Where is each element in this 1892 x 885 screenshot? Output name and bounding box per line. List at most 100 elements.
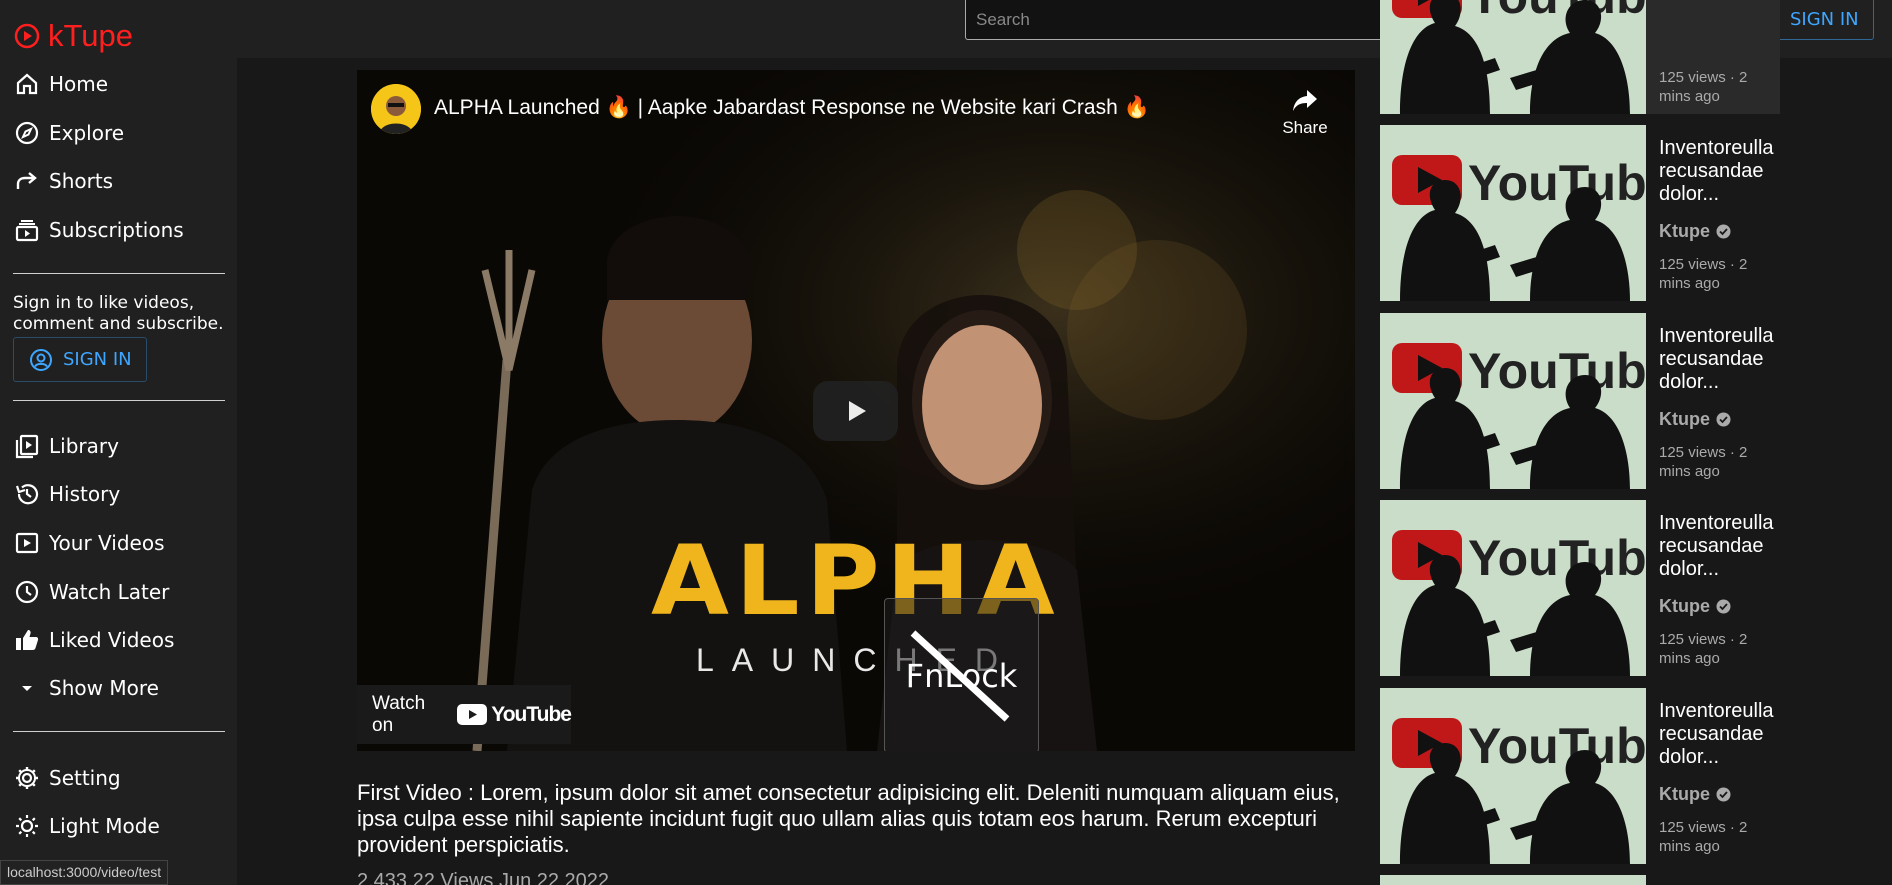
sidebar-item-your-videos[interactable]: Your Videos bbox=[13, 526, 165, 560]
youtube-wordmark: YouTube bbox=[491, 702, 572, 726]
recommendation-channel[interactable]: Ktupe bbox=[1659, 784, 1731, 805]
sidebar-item-explore[interactable]: Explore bbox=[13, 116, 124, 150]
recommendation-thumbnail[interactable]: YouTube bbox=[1380, 0, 1646, 114]
channel-name: Ktupe bbox=[1659, 596, 1710, 616]
thumbnail-image: YouTube bbox=[1380, 313, 1646, 489]
recommendation-thumbnail[interactable]: YouTube bbox=[1380, 313, 1646, 489]
verified-icon bbox=[1716, 599, 1731, 614]
watch-on-youtube-button[interactable]: Watch on YouTube bbox=[357, 685, 572, 744]
recommendation-title[interactable]: Inventoreulla recusandae dolor... bbox=[1659, 700, 1777, 769]
player-video-title[interactable]: ALPHA Launched 🔥 | Aapke Jabardast Respo… bbox=[434, 96, 1150, 120]
gear-icon bbox=[16, 767, 38, 789]
youtube-logo: YouTube bbox=[457, 702, 572, 727]
strike-icon bbox=[910, 630, 1010, 722]
compass-icon bbox=[15, 121, 39, 145]
sidebar-item-show-more[interactable]: Show More bbox=[13, 671, 159, 705]
play-icon bbox=[848, 401, 866, 421]
thumbnail-text: YouTube bbox=[1468, 530, 1646, 586]
recommendation-thumbnail[interactable]: YouTube bbox=[1380, 688, 1646, 864]
share-arrow-icon bbox=[16, 172, 37, 189]
channel-avatar[interactable] bbox=[371, 84, 421, 134]
browser-status-url: localhost:3000/video/test bbox=[0, 860, 169, 885]
sidebar-item-history[interactable]: History bbox=[13, 477, 120, 511]
video-description: First Video : Lorem, ipsum dolor sit ame… bbox=[357, 780, 1340, 857]
recommendation-stats: 125 views · 2 mins ago bbox=[1659, 256, 1748, 292]
sidebar-item-home[interactable]: Home bbox=[13, 67, 108, 101]
thumbnail-image: YouTube bbox=[1380, 500, 1646, 676]
recommendation-stats: 125 views · 2 mins ago bbox=[1659, 631, 1748, 667]
channel-name: Ktupe bbox=[1659, 409, 1710, 429]
home-icon bbox=[16, 73, 38, 95]
sidebar-item-library[interactable]: Library bbox=[13, 429, 119, 463]
sidebar-item-label: Show More bbox=[49, 676, 159, 700]
sidebar-item-label: Liked Videos bbox=[49, 628, 175, 652]
sidebar-item-label: Shorts bbox=[49, 169, 114, 193]
sidebar-item-setting[interactable]: Setting bbox=[13, 761, 121, 795]
thumbnail-image: YouTube bbox=[1380, 125, 1646, 301]
share-button[interactable]: Share bbox=[1275, 84, 1335, 138]
logo-text: kTupe bbox=[48, 18, 134, 53]
recommendation-card[interactable]: YouTube 125 views · 2 mins ago bbox=[1380, 0, 1780, 114]
sidebar-item-liked-videos[interactable]: Liked Videos bbox=[13, 623, 174, 657]
recommendation-thumbnail[interactable] bbox=[1380, 875, 1646, 885]
watch-on-label: Watch on bbox=[372, 692, 426, 736]
recommendation-card[interactable]: YouTube Inventoreulla recusandae dolor..… bbox=[1380, 125, 1780, 301]
recommendation-card[interactable]: YouTube Inventoreulla recusandae dolor..… bbox=[1380, 313, 1780, 489]
sidebar-divider bbox=[13, 731, 225, 732]
sidebar-item-label: Library bbox=[49, 434, 119, 458]
thumbs-up-icon bbox=[16, 630, 39, 650]
recommendation-card[interactable]: YouTube Inventoreulla recusandae dolor..… bbox=[1380, 688, 1780, 864]
recommendation-channel[interactable]: Ktupe bbox=[1659, 409, 1731, 430]
video-icon bbox=[15, 532, 39, 554]
sun-icon bbox=[16, 815, 38, 837]
sidebar-item-label: Explore bbox=[49, 121, 125, 145]
caret-down-icon bbox=[22, 686, 32, 691]
thumbnail-text: YouTube bbox=[1468, 0, 1646, 24]
sidebar-item-label: Your Videos bbox=[49, 531, 165, 555]
avatar-image bbox=[371, 84, 421, 134]
recommendation-stats: 125 views · 2 mins ago bbox=[1659, 69, 1748, 105]
thumbnail-subtitle-text: LAUNCHED bbox=[695, 642, 1017, 678]
video-player[interactable]: ALPHA Launched 🔥 | Aapke Jabardast Respo… bbox=[357, 70, 1355, 751]
recommendation-title[interactable]: Inventoreulla recusandae dolor... bbox=[1659, 137, 1777, 206]
sidebar-signin-button[interactable]: SIGN IN bbox=[13, 337, 147, 382]
verified-icon bbox=[1716, 412, 1731, 427]
recommendation-card[interactable]: YouTube Inventoreulla recusandae dolor..… bbox=[1380, 500, 1780, 676]
play-button[interactable] bbox=[813, 381, 898, 441]
recommendation-channel[interactable]: Ktupe bbox=[1659, 596, 1731, 617]
recommendation-title[interactable]: Inventoreulla recusandae dolor... bbox=[1659, 325, 1777, 394]
thumbnail-text: YouTube bbox=[1468, 155, 1646, 211]
recommendation-stats: 125 views · 2 mins ago bbox=[1659, 444, 1748, 480]
history-icon bbox=[15, 484, 39, 505]
clock-icon bbox=[15, 580, 39, 604]
recommendation-thumbnail[interactable]: YouTube bbox=[1380, 500, 1646, 676]
share-icon bbox=[1293, 90, 1317, 111]
signin-label: SIGN IN bbox=[63, 349, 132, 370]
recommendation-stats: 125 views · 2 mins ago bbox=[1659, 819, 1748, 855]
recommendation-title[interactable]: Inventoreulla recusandae dolor... bbox=[1659, 512, 1777, 581]
recommendation-thumbnail[interactable]: YouTube bbox=[1380, 125, 1646, 301]
sidebar-divider bbox=[13, 273, 225, 274]
recommendation-card[interactable] bbox=[1380, 875, 1780, 885]
sidebar-item-light-mode[interactable]: Light Mode bbox=[13, 809, 160, 843]
sidebar-item-label: Setting bbox=[49, 766, 121, 790]
fnlock-overlay: FnLock bbox=[884, 598, 1039, 751]
channel-name: Ktupe bbox=[1659, 784, 1710, 804]
signin-label: SIGN IN bbox=[1790, 9, 1859, 30]
channel-name: Ktupe bbox=[1659, 221, 1710, 241]
sidebar-item-shorts[interactable]: Shorts bbox=[13, 164, 113, 198]
logo-play-icon bbox=[14, 23, 40, 49]
sidebar-item-label: Home bbox=[49, 72, 109, 96]
recommendation-channel[interactable]: Ktupe bbox=[1659, 221, 1731, 242]
sidebar-item-subscriptions[interactable]: Subscriptions bbox=[13, 213, 184, 247]
sidebar: kTupe Home Explore Shorts Subscriptions … bbox=[0, 0, 237, 885]
sidebar-item-label: History bbox=[49, 482, 121, 506]
sidebar-item-watch-later[interactable]: Watch Later bbox=[13, 575, 169, 609]
thumbnail-text: YouTube bbox=[1468, 718, 1646, 774]
user-circle-icon bbox=[30, 348, 52, 371]
app-logo[interactable]: kTupe bbox=[13, 18, 133, 54]
subscriptions-icon bbox=[15, 220, 39, 242]
thumbnail-image: YouTube bbox=[1380, 688, 1646, 864]
verified-icon bbox=[1716, 787, 1731, 802]
thumbnail-title-text: ALPHA bbox=[651, 525, 1061, 637]
